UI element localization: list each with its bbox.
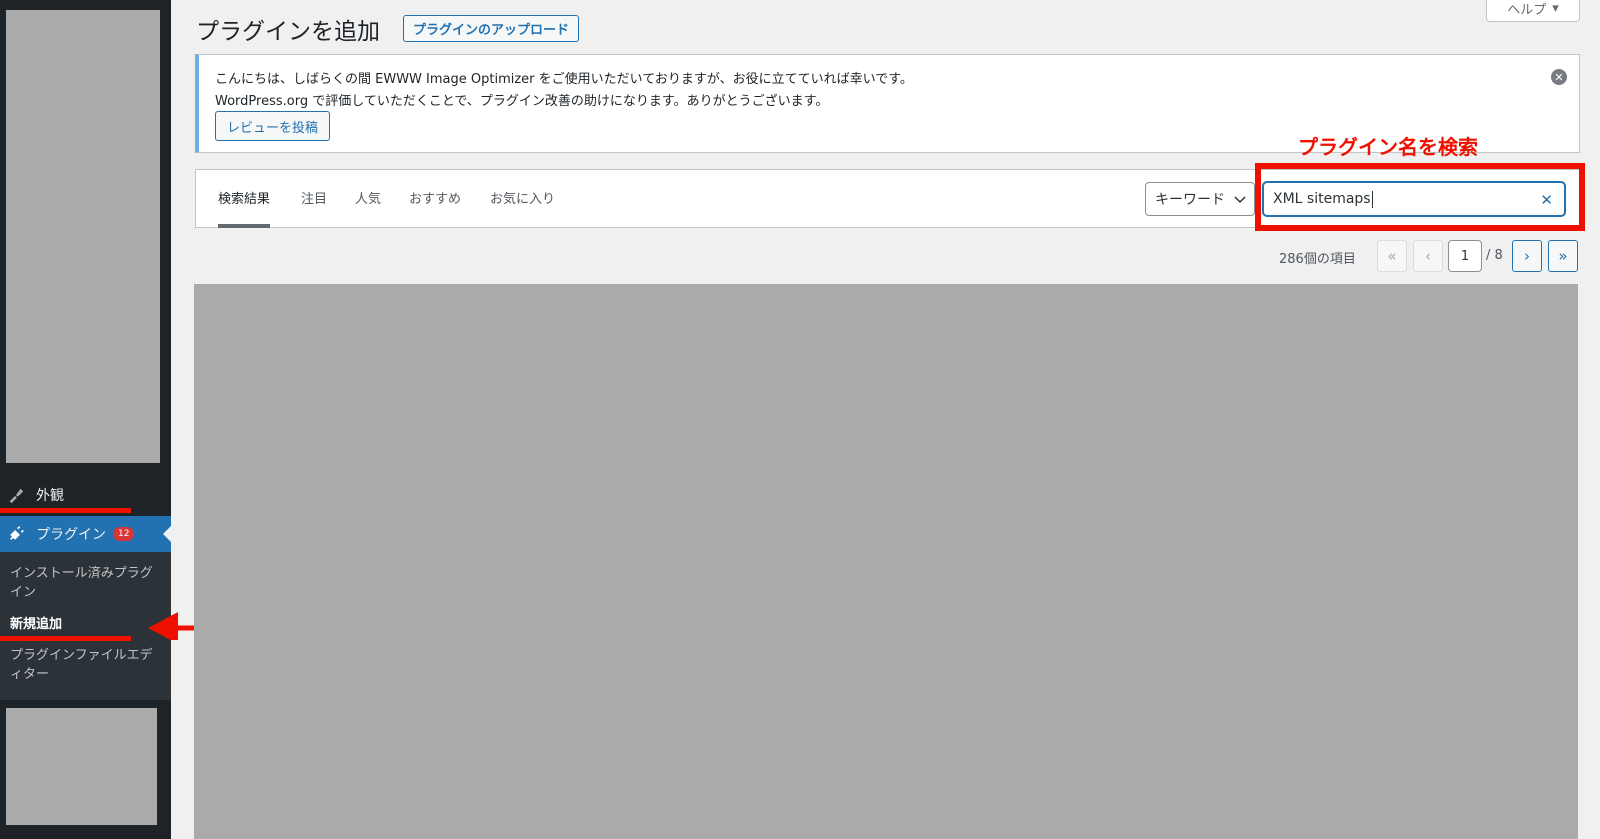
- annotation-highlight-box: [1255, 163, 1585, 231]
- plugin-results-redacted: [194, 284, 1578, 839]
- current-menu-arrow: [163, 526, 171, 542]
- next-page-button[interactable]: ›: [1512, 240, 1542, 272]
- tab-popular[interactable]: 人気: [355, 188, 381, 228]
- total-pages: / 8: [1486, 248, 1503, 263]
- tab-featured[interactable]: 注目: [301, 188, 327, 228]
- sidebar-item-plugins[interactable]: プラグイン 12: [0, 516, 171, 552]
- item-count: 286個の項目: [1279, 252, 1356, 267]
- sidebar-menu-redacted: [6, 10, 160, 463]
- current-page-input[interactable]: 1: [1448, 240, 1482, 272]
- update-count-badge: 12: [113, 527, 135, 541]
- submenu-installed-plugins[interactable]: インストール済みプラグイン: [10, 564, 160, 602]
- caret-down-icon: ▾: [1552, 0, 1559, 16]
- upload-plugin-button[interactable]: プラグインのアップロード: [403, 15, 580, 42]
- page-title: プラグインを追加: [196, 19, 380, 45]
- admin-sidebar: 外観 プラグイン 12 インストール済みプラグイン 新規追加 プラグインファイル…: [0, 0, 171, 839]
- help-label: ヘルプ: [1507, 2, 1547, 18]
- submenu-plugin-editor[interactable]: プラグインファイルエディター: [10, 646, 160, 684]
- sidebar-menu-redacted-bottom: [6, 708, 157, 825]
- paintbrush-icon: [6, 485, 26, 505]
- annotation-underline-add-new: [0, 636, 131, 641]
- tab-search-results[interactable]: 検索結果: [218, 188, 271, 228]
- post-review-button[interactable]: レビューを投稿: [215, 111, 331, 141]
- sidebar-item-label: プラグイン: [36, 527, 106, 543]
- notice-text-line1: こんにちは、しばらくの間 EWWW Image Optimizer をご使用いた…: [215, 72, 913, 87]
- first-page-button[interactable]: «: [1377, 240, 1407, 272]
- plugin-icon: [6, 524, 26, 544]
- dismiss-notice-icon[interactable]: ✕: [1551, 69, 1567, 85]
- sidebar-item-label: 外観: [36, 488, 64, 504]
- submenu-add-new[interactable]: 新規追加: [10, 615, 160, 634]
- search-type-select[interactable]: キーワード: [1145, 182, 1255, 216]
- prev-page-button[interactable]: ‹: [1413, 240, 1443, 272]
- chevron-down-icon: [1234, 191, 1246, 211]
- tab-recommended[interactable]: おすすめ: [409, 188, 461, 228]
- search-type-value: キーワード: [1155, 192, 1225, 208]
- last-page-button[interactable]: »: [1548, 240, 1578, 272]
- annotation-underline-plugins: [0, 508, 131, 513]
- notice-text-line2: WordPress.org で評価していただくことで、プラグイン改善の助けになり…: [215, 94, 829, 109]
- sidebar-item-appearance[interactable]: 外観: [0, 482, 171, 508]
- annotation-label: プラグイン名を検索: [1298, 135, 1478, 159]
- tab-favorites[interactable]: お気に入り: [490, 188, 555, 228]
- help-tab-button[interactable]: ヘルプ ▾: [1486, 0, 1580, 22]
